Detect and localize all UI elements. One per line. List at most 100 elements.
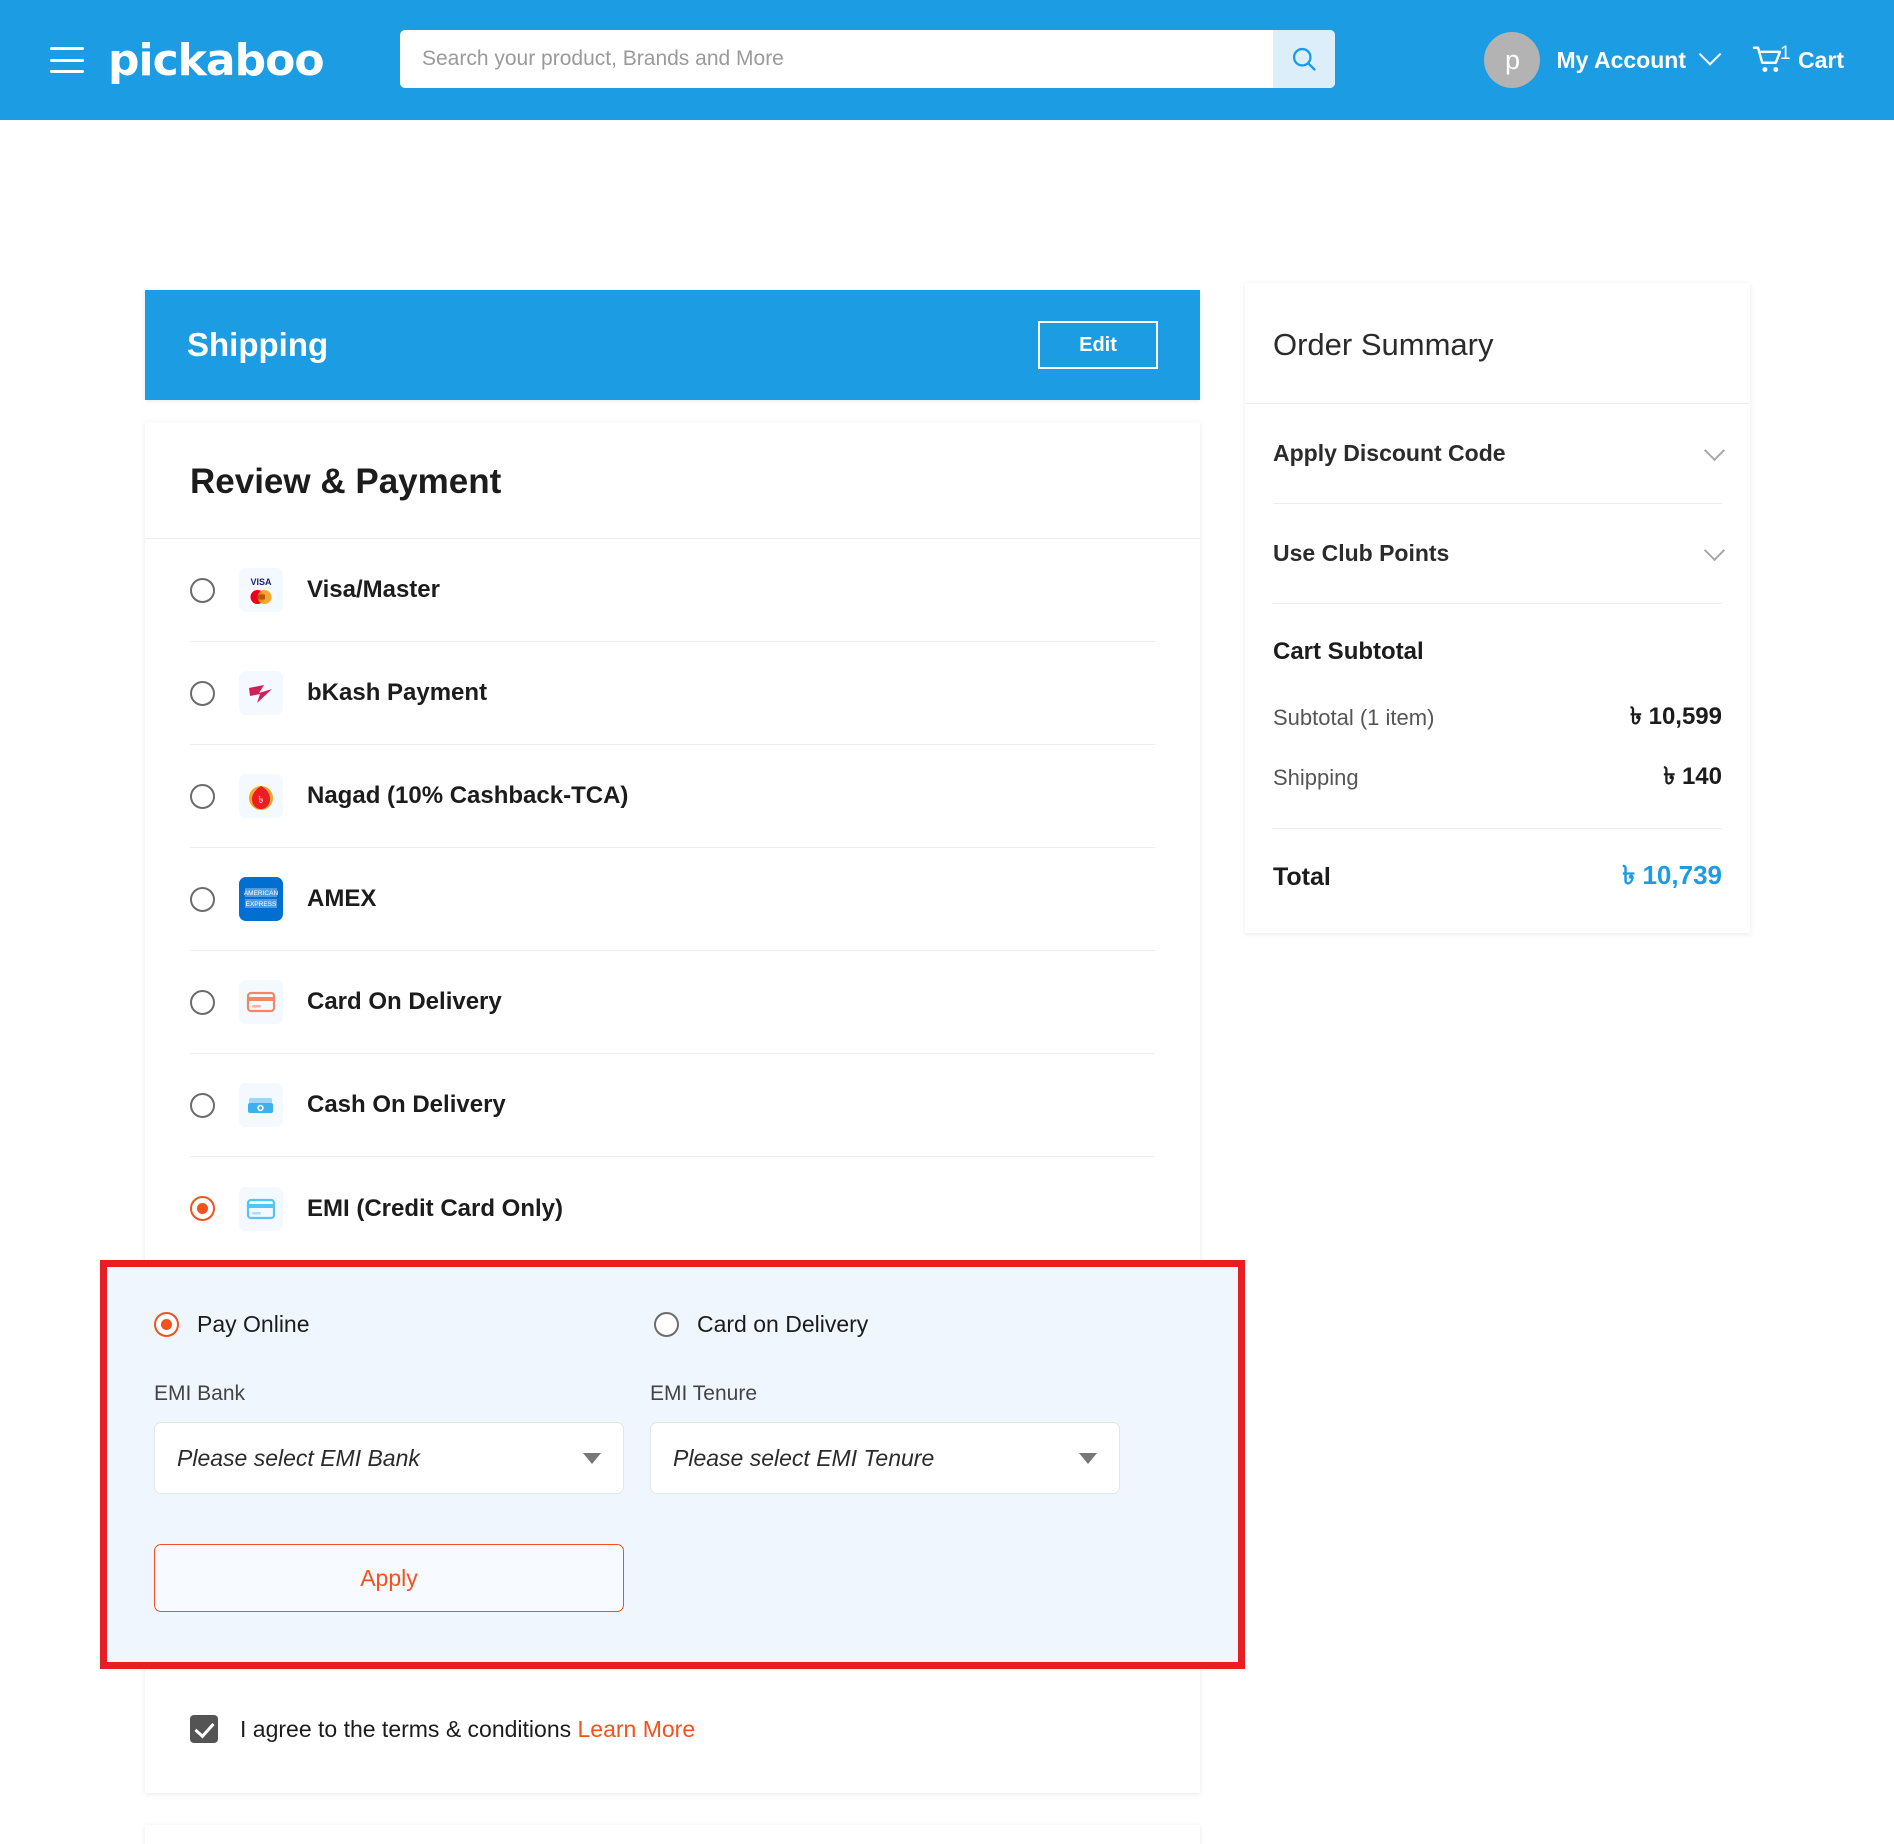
emi-bank-value: Please select EMI Bank [177, 1444, 420, 1471]
terms-text: I agree to the terms & conditions [240, 1715, 572, 1742]
emi-option-label: Card on Delivery [697, 1311, 869, 1337]
svg-text:EXPRESS: EXPRESS [246, 901, 277, 908]
payment-option-bkash[interactable]: bKash Payment [190, 642, 1155, 745]
radio-cash-on-delivery[interactable] [190, 1092, 215, 1118]
chevron-down-icon[interactable] [1698, 43, 1722, 66]
emi-card-icon [239, 1186, 283, 1231]
use-club-points-accordion[interactable]: Use Club Points [1273, 504, 1726, 604]
nagad-icon: ৳ [239, 774, 283, 818]
radio-card-on-delivery[interactable] [190, 989, 215, 1015]
order-summary-header: Order Summary [1245, 283, 1750, 404]
radio-nagad[interactable] [190, 783, 215, 809]
emi-option-pay-online[interactable]: Pay Online [154, 1311, 654, 1338]
site-header: pickaboo p My Account 1 Cart [0, 0, 1894, 120]
svg-text:৳: ৳ [259, 795, 264, 806]
payment-option-cash-on-delivery[interactable]: Cash On Delivery [190, 1054, 1155, 1157]
shipping-header: Shipping Edit [145, 290, 1200, 400]
shipping-title: Shipping [187, 326, 329, 363]
svg-text:AMERICAN: AMERICAN [244, 890, 279, 897]
payment-option-label: Visa/Master [307, 576, 440, 603]
payment-option-emi[interactable]: EMI (Credit Card Only) [190, 1157, 1155, 1260]
emi-bank-field: EMI Bank Please select EMI Bank [154, 1382, 624, 1494]
chevron-down-icon [1703, 439, 1726, 461]
apply-emi-button[interactable]: Apply [154, 1544, 624, 1612]
emi-bank-select[interactable]: Please select EMI Bank [154, 1422, 624, 1494]
bkash-icon [239, 671, 283, 715]
radio-pay-online[interactable] [154, 1312, 179, 1337]
emi-tenure-value: Please select EMI Tenure [673, 1444, 935, 1471]
summary-line-total: Total ৳ 10,739 [1273, 828, 1722, 899]
place-order-section: PLACE ORDER [145, 1825, 1200, 1844]
radio-emi[interactable] [190, 1196, 215, 1221]
search-input[interactable] [400, 30, 1273, 88]
payment-option-visa-master[interactable]: VISA Visa/Master [190, 539, 1155, 642]
chevron-down-icon [1079, 1452, 1097, 1464]
cart-count-badge: 1 [1779, 43, 1791, 64]
header-account-area: p My Account 1 Cart [1484, 0, 1844, 120]
emi-tenure-select[interactable]: Please select EMI Tenure [650, 1422, 1120, 1494]
payment-option-label: EMI (Credit Card Only) [307, 1194, 564, 1222]
search-icon [1292, 47, 1316, 71]
order-summary-card: Order Summary Apply Discount Code Use Cl… [1245, 283, 1750, 933]
checkout-page: Shipping Edit Review & Payment VISA Visa… [0, 120, 1894, 1844]
emi-tenure-label: EMI Tenure [650, 1382, 757, 1405]
shipping-label: Shipping [1273, 765, 1359, 790]
cart-subtotal-section: Cart Subtotal Subtotal (1 item) ৳ 10,599… [1273, 604, 1722, 899]
terms-checkbox[interactable] [190, 1715, 218, 1743]
hamburger-icon[interactable] [50, 47, 84, 73]
subtotal-label: Subtotal (1 item) [1273, 705, 1435, 730]
emi-option-card-on-delivery[interactable]: Card on Delivery [654, 1311, 1154, 1338]
payment-method-list: VISA Visa/Master bKash Payment ৳ Nagad (… [145, 539, 1200, 1260]
amex-icon: AMERICAN EXPRESS [239, 877, 283, 921]
review-payment-section: Review & Payment VISA Visa/Master bKash … [100, 422, 1245, 1793]
emi-mode-radios: Pay Online Card on Delivery [154, 1311, 1191, 1338]
cart-label: Cart [1797, 46, 1844, 73]
search-bar [400, 30, 1335, 88]
total-value: ৳ 10,739 [1622, 860, 1722, 890]
payment-option-card-on-delivery[interactable]: Card On Delivery [190, 951, 1155, 1054]
payment-option-label: bKash Payment [307, 679, 488, 706]
emi-bank-label: EMI Bank [154, 1382, 246, 1405]
payment-option-amex[interactable]: AMERICAN EXPRESS AMEX [190, 848, 1155, 951]
learn-more-link[interactable]: Learn More [578, 1716, 696, 1743]
edit-shipping-button[interactable]: Edit [1038, 321, 1158, 369]
shipping-value: ৳ 140 [1663, 763, 1722, 790]
search-button[interactable] [1273, 30, 1335, 88]
emi-fields: EMI Bank Please select EMI Bank EMI Tenu… [154, 1382, 1191, 1494]
use-club-points-label: Use Club Points [1273, 540, 1450, 566]
payment-option-nagad[interactable]: ৳ Nagad (10% Cashback-TCA) [190, 745, 1155, 848]
subtotal-value: ৳ 10,599 [1629, 703, 1722, 730]
pickaboo-logo[interactable]: pickaboo [108, 35, 325, 86]
payment-option-label: Nagad (10% Cashback-TCA) [307, 782, 629, 809]
total-label: Total [1273, 862, 1331, 891]
apply-discount-code-label: Apply Discount Code [1273, 440, 1506, 466]
radio-emi-card-on-delivery[interactable] [654, 1312, 679, 1337]
svg-text:VISA: VISA [250, 577, 272, 587]
checkout-main-column: Shipping Edit Review & Payment VISA Visa… [100, 290, 1245, 1844]
page-title: Review & Payment [190, 462, 502, 501]
payment-option-label: Card On Delivery [307, 988, 502, 1015]
review-payment-header: Review & Payment [145, 422, 1200, 539]
visa-mastercard-icon: VISA [239, 568, 283, 612]
summary-line-shipping: Shipping ৳ 140 [1273, 748, 1722, 808]
payment-option-label: Cash On Delivery [307, 1091, 506, 1118]
avatar[interactable]: p [1484, 32, 1541, 88]
radio-visa-master[interactable] [190, 577, 215, 603]
emi-details-panel: Pay Online Card on Delivery EMI Bank Ple… [100, 1260, 1245, 1669]
chevron-down-icon [583, 1452, 601, 1464]
summary-line-subtotal: Subtotal (1 item) ৳ 10,599 [1273, 688, 1722, 748]
radio-bkash[interactable] [190, 680, 215, 706]
credit-card-icon [239, 980, 283, 1024]
chevron-down-icon [1703, 539, 1726, 561]
radio-amex[interactable] [190, 886, 215, 912]
order-summary-title: Order Summary [1273, 327, 1494, 362]
cart-button[interactable]: 1 Cart [1752, 43, 1844, 75]
order-summary-column: Order Summary Apply Discount Code Use Cl… [1245, 283, 1750, 933]
shipping-section: Shipping Edit [145, 290, 1200, 400]
my-account-label[interactable]: My Account [1556, 47, 1686, 74]
terms-row: I agree to the terms & conditions Learn … [145, 1669, 1200, 1793]
cash-icon [239, 1083, 283, 1127]
emi-tenure-field: EMI Tenure Please select EMI Tenure [650, 1382, 1120, 1494]
apply-discount-code-accordion[interactable]: Apply Discount Code [1273, 404, 1726, 504]
payment-option-label: AMEX [307, 885, 377, 912]
